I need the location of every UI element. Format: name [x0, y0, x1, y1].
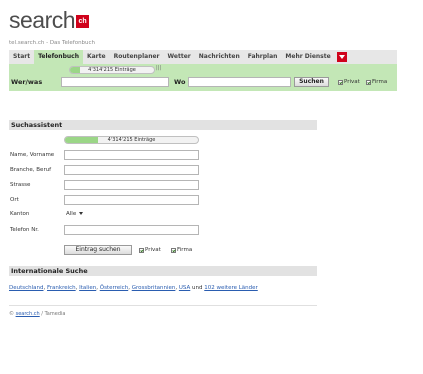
firma-label: Firma: [372, 79, 388, 85]
wo-input[interactable]: [188, 77, 291, 87]
telefon-input[interactable]: [64, 225, 199, 235]
footer-link-searchch[interactable]: search.ch: [16, 311, 40, 317]
checkbox-checked-icon: [366, 79, 371, 85]
links-and-text: und: [192, 285, 203, 291]
ort-input[interactable]: [64, 195, 199, 205]
footer-prefix: ©: [9, 311, 16, 317]
footer-suffix: / Tamedia: [39, 311, 66, 317]
assistant-privat-checkbox[interactable]: Privat: [139, 247, 161, 253]
link-more-countries[interactable]: 102 weitere Länder: [204, 285, 258, 291]
wo-label: Wo: [174, 78, 186, 86]
checkbox-checked-icon: [139, 247, 144, 253]
main-nav-tabs: Start Telefonbuch Karte Routenplaner Wet…: [9, 50, 397, 64]
link-frankreich[interactable]: Frankreich: [47, 285, 76, 291]
wer-was-input[interactable]: [61, 77, 169, 87]
assistant-firma-checkbox[interactable]: Firma: [171, 247, 192, 253]
entry-search-button[interactable]: Eintrag suchen: [64, 245, 132, 255]
assistant-entry-count: 4'314'215 Einträge: [64, 136, 199, 144]
search-ch-logo[interactable]: search ch: [9, 7, 90, 33]
tab-start[interactable]: Start: [9, 50, 34, 64]
chevron-down-icon: [79, 212, 84, 215]
tab-karte[interactable]: Karte: [83, 50, 110, 64]
strasse-label: Strasse: [10, 182, 31, 188]
name-label: Name, Vorname: [10, 152, 55, 158]
tab-telefonbuch[interactable]: Telefonbuch: [34, 50, 83, 64]
assistant-privat-label: Privat: [145, 247, 161, 253]
logo-badge: ch: [76, 15, 90, 28]
link-usa[interactable]: USA: [179, 285, 190, 291]
tab-routenplaner[interactable]: Routenplaner: [110, 50, 164, 64]
checkbox-checked-icon: [171, 247, 176, 253]
strasse-input[interactable]: [64, 180, 199, 190]
tab-mehr-dienste[interactable]: Mehr Dienste: [281, 50, 334, 64]
privat-label: Privat: [344, 79, 360, 85]
branche-input[interactable]: [64, 165, 199, 175]
logo-text: search: [9, 7, 76, 33]
checkbox-checked-icon: [338, 79, 343, 85]
branche-label: Branche, Beruf: [10, 167, 52, 173]
tab-nachrichten[interactable]: Nachrichten: [195, 50, 244, 64]
link-grossbritannien[interactable]: Grossbritannien: [132, 285, 176, 291]
entry-count-indicator: 4'314'215 Einträge: [69, 66, 155, 74]
section-header-suchassistent: Suchassistent: [9, 120, 317, 130]
section-header-international: Internationale Suche: [9, 266, 317, 276]
entry-count-text: 4'314'215 Einträge: [88, 67, 136, 73]
page-subtitle: tel.search.ch - Das Telefonbuch: [9, 40, 96, 46]
name-input[interactable]: [64, 150, 199, 160]
entry-count-fill: [70, 67, 81, 73]
assistant-count-text: 4'314'215 Einträge: [107, 137, 156, 143]
assistant-firma-label: Firma: [177, 247, 193, 253]
search-button[interactable]: Suchen: [294, 77, 329, 87]
international-links: Deutschland, Frankreich, Italien, Österr…: [9, 285, 258, 291]
count-extra-marker: |||: [156, 65, 162, 71]
privat-checkbox[interactable]: Privat: [338, 79, 360, 85]
footer: © search.ch / Tamedia: [9, 311, 65, 317]
tab-fahrplan[interactable]: Fahrplan: [244, 50, 282, 64]
quick-search-bar: 4'314'215 Einträge ||| Wer/was Wo Suchen…: [9, 64, 397, 91]
ort-label: Ort: [10, 197, 19, 203]
tab-wetter[interactable]: Wetter: [164, 50, 195, 64]
assistant-count-fill: [65, 137, 99, 143]
kanton-value: Alle: [66, 211, 77, 217]
link-deutschland[interactable]: Deutschland: [9, 285, 44, 291]
wer-was-label: Wer/was: [11, 78, 43, 86]
footer-divider: [9, 305, 317, 306]
link-oesterreich[interactable]: Österreich: [100, 285, 128, 291]
link-italien[interactable]: Italien: [79, 285, 96, 291]
kanton-label: Kanton: [10, 211, 30, 217]
kanton-select[interactable]: Alle: [64, 209, 92, 219]
more-dropdown-icon[interactable]: [336, 52, 347, 62]
firma-checkbox[interactable]: Firma: [366, 79, 387, 85]
telefon-label: Telefon Nr.: [10, 227, 39, 233]
